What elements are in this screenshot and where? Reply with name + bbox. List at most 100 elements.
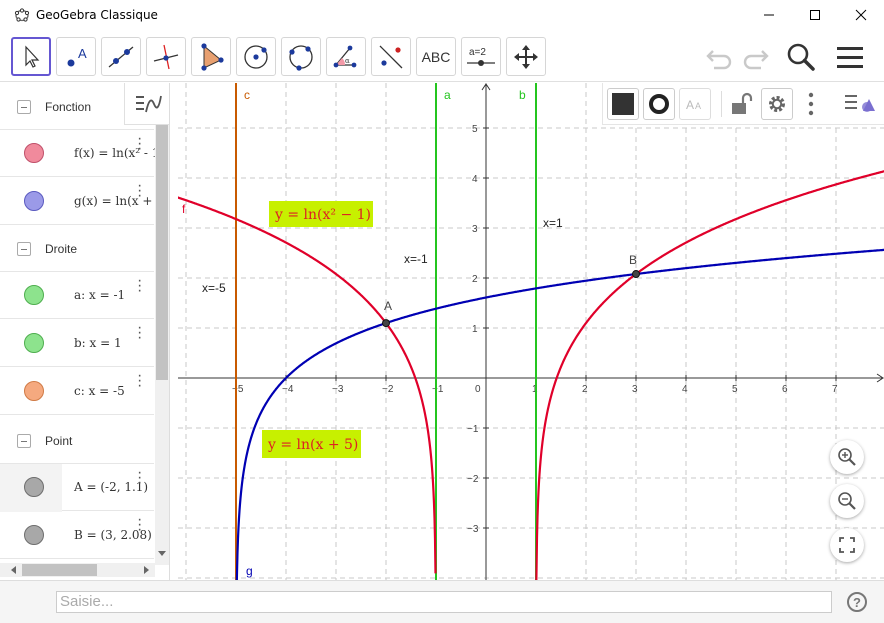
point-B xyxy=(632,270,640,279)
color-button[interactable] xyxy=(607,88,639,120)
move-arrows-icon xyxy=(514,44,538,69)
move-tool-button[interactable] xyxy=(11,37,51,76)
perpendicular-tool-button[interactable] xyxy=(146,37,186,76)
zoom-in-icon xyxy=(838,448,856,466)
collapse-icon[interactable] xyxy=(17,242,31,256)
line-icon xyxy=(108,46,134,67)
algebra-vertical-scrollbar[interactable] xyxy=(155,125,169,565)
circle-three-points-icon xyxy=(289,44,313,71)
collapse-icon[interactable] xyxy=(17,434,31,448)
fullscreen-icon xyxy=(839,537,855,553)
graphics-canvas[interactable]: −5 −4 −3 −2 −1 0 1 2 3 4 5 6 754321−1−2−3 c a bfgx=-5x… xyxy=(178,83,884,580)
item-expression: b: x = 1 xyxy=(74,335,122,350)
minimize-icon xyxy=(764,14,774,16)
text-tool-button[interactable]: ABC xyxy=(416,37,456,76)
scroll-right-icon[interactable] xyxy=(142,566,150,574)
y-tick-label: 3 xyxy=(472,224,478,235)
circle-center-icon xyxy=(244,44,268,69)
item-menu-icon[interactable]: · · · xyxy=(137,273,142,299)
text-label-x-1: x=1 xyxy=(543,216,563,230)
graphics-style-toggle-button[interactable] xyxy=(843,89,877,119)
scroll-left-icon[interactable] xyxy=(10,566,18,574)
algebra-item-A[interactable]: A = (-2, 1.1) · · · xyxy=(0,463,154,512)
circle-three-points-tool-button[interactable] xyxy=(281,37,321,76)
close-button[interactable] xyxy=(838,0,884,30)
more-options-button[interactable] xyxy=(807,91,815,117)
unlock-icon xyxy=(732,92,753,114)
reflect-icon xyxy=(379,45,403,68)
axes xyxy=(178,83,884,580)
visibility-toggle[interactable] xyxy=(24,285,44,305)
algebra-item-a[interactable]: a: x = -1 · · · xyxy=(0,271,154,319)
y-tick-label: −2 xyxy=(467,474,479,485)
line-tool-button[interactable] xyxy=(101,37,141,76)
x-tick-label: −2 xyxy=(382,384,394,395)
algebra-item-B[interactable]: B = (3, 2.08) · · · xyxy=(0,511,154,559)
algebra-item-b[interactable]: b: x = 1 · · · xyxy=(0,319,154,367)
search-button[interactable] xyxy=(784,40,818,74)
item-menu-icon[interactable]: · · · xyxy=(137,131,142,157)
visibility-toggle[interactable] xyxy=(24,332,44,353)
text-label-x-minus-1: x=-1 xyxy=(404,252,428,266)
group-header-fonction[interactable]: Fonction xyxy=(0,85,154,129)
help-icon[interactable]: ? xyxy=(847,592,867,612)
slider-tool-button[interactable]: a=2 xyxy=(461,37,501,76)
y-tick-label: 2 xyxy=(472,274,478,285)
point-style-button[interactable] xyxy=(643,88,675,120)
collapse-icon[interactable] xyxy=(17,100,31,114)
algebra-item-c[interactable]: c: x = -5 · · · xyxy=(0,367,154,415)
scroll-down-icon[interactable] xyxy=(158,549,166,557)
minimize-button[interactable] xyxy=(746,0,792,30)
curve-label-g: g xyxy=(246,564,253,578)
svg-text:A: A xyxy=(78,46,87,61)
item-menu-icon[interactable]: · · · xyxy=(137,512,142,538)
graphics-view[interactable]: −5 −4 −3 −2 −1 0 1 2 3 4 5 6 7 5 4 3 2 1 −1 −2 −3 c a b f g x=-5 x… xyxy=(178,83,884,580)
angle-tool-button[interactable]: α xyxy=(326,37,366,76)
input-field[interactable]: Saisie... xyxy=(56,591,832,613)
visibility-toggle[interactable] xyxy=(24,477,44,497)
text-size-button[interactable]: AA xyxy=(679,88,711,120)
item-menu-icon[interactable]: · · · xyxy=(137,178,142,204)
perpendicular-line-icon xyxy=(153,44,179,69)
point-A xyxy=(382,319,390,328)
main-menu-button[interactable] xyxy=(833,40,867,74)
group-header-point[interactable]: Point xyxy=(0,419,154,463)
gear-icon xyxy=(769,96,785,112)
polygon-tool-button[interactable] xyxy=(191,37,231,76)
point-tool-button[interactable]: A xyxy=(56,37,96,76)
undo-button[interactable] xyxy=(702,40,736,74)
maximize-icon xyxy=(810,10,820,20)
scrollbar-thumb[interactable] xyxy=(22,564,97,576)
item-menu-icon[interactable]: · · · xyxy=(137,465,142,491)
circle-center-tool-button[interactable] xyxy=(236,37,276,76)
algebra-view: Fonction f(x) = ln(x² - 1) · · · g(x) = ln… xyxy=(0,83,170,580)
curve-f-left xyxy=(178,196,437,574)
move-view-tool-button[interactable] xyxy=(506,37,546,76)
algebra-horizontal-scrollbar[interactable] xyxy=(0,563,155,577)
scrollbar-thumb[interactable] xyxy=(156,125,168,380)
x-tick-label: 3 xyxy=(632,384,638,395)
point-icon: A xyxy=(67,46,87,66)
more-vertical-icon xyxy=(808,92,814,116)
visibility-toggle[interactable] xyxy=(24,380,44,401)
settings-button[interactable] xyxy=(761,88,793,120)
zoom-out-button[interactable] xyxy=(830,484,864,518)
group-header-droite[interactable]: Droite xyxy=(0,227,154,271)
redo-button[interactable] xyxy=(739,40,773,74)
zoom-in-button[interactable] xyxy=(830,440,864,474)
hamburger-menu-icon xyxy=(837,47,863,68)
algebra-item-g[interactable]: g(x) = ln(x + 5) · · · xyxy=(0,177,169,225)
lock-button[interactable] xyxy=(725,88,757,120)
visibility-toggle[interactable] xyxy=(24,524,44,545)
algebra-item-f[interactable]: f(x) = ln(x² - 1) · · · xyxy=(0,129,164,177)
maximize-button[interactable] xyxy=(792,0,838,30)
item-menu-icon[interactable]: · · · xyxy=(137,368,142,394)
x-tick-label: 5 xyxy=(732,384,738,395)
fullscreen-button[interactable] xyxy=(830,528,864,562)
svg-text:A: A xyxy=(686,98,694,112)
visibility-toggle[interactable] xyxy=(24,190,44,211)
item-menu-icon[interactable]: · · · xyxy=(137,320,142,346)
item-expression: c: x = -5 xyxy=(74,383,125,398)
reflect-tool-button[interactable] xyxy=(371,37,411,76)
visibility-toggle[interactable] xyxy=(24,143,44,163)
